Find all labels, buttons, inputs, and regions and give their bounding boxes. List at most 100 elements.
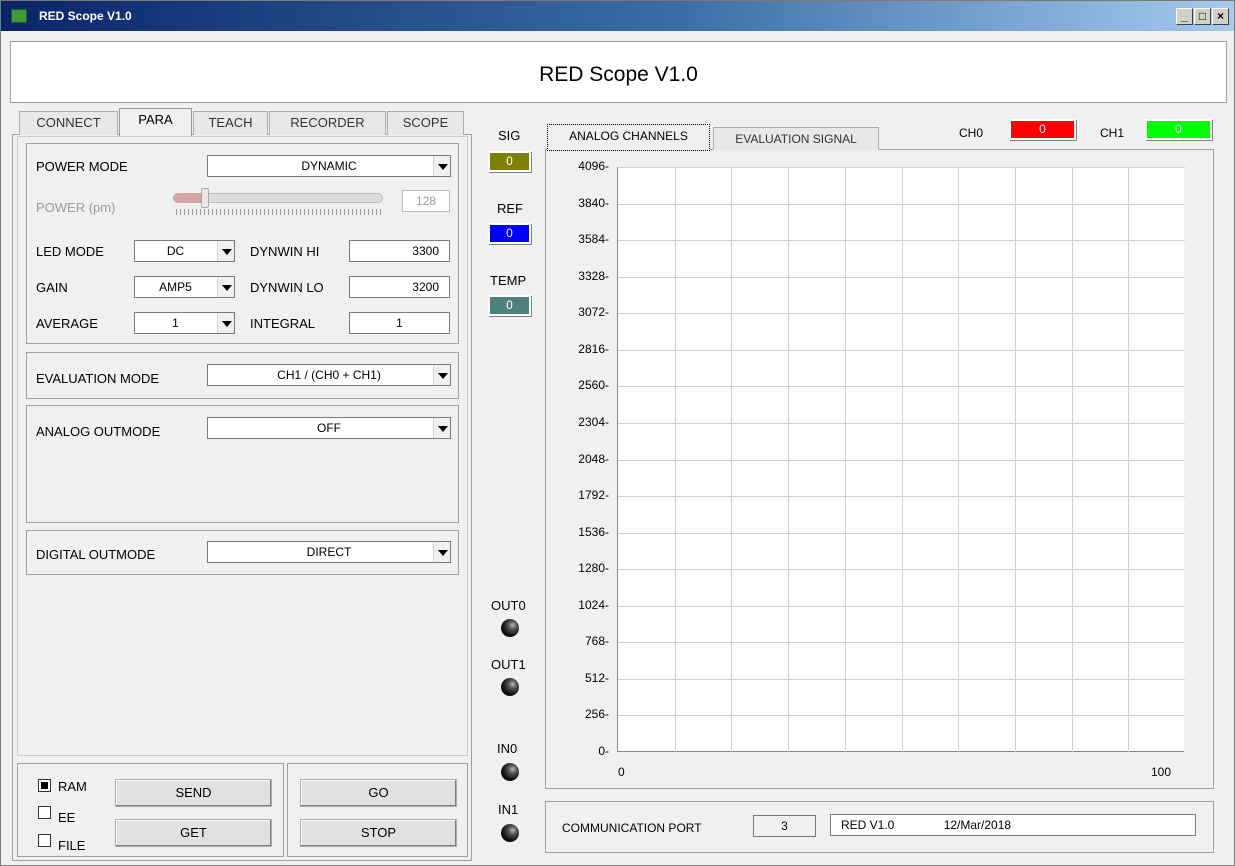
- evaluation-mode-select[interactable]: CH1 / (CH0 + CH1): [207, 364, 451, 386]
- power-slider-ticks: [176, 209, 381, 215]
- y-tick-label: 512-: [584, 670, 609, 685]
- y-tick-label: 2816-: [578, 341, 609, 356]
- dropdown-arrow-icon: [433, 418, 450, 438]
- sig-label: SIG: [498, 128, 521, 143]
- tab-evaluation-signal[interactable]: EVALUATION SIGNAL: [713, 127, 879, 150]
- ram-label: RAM: [58, 779, 87, 794]
- tab-teach[interactable]: TEACH: [193, 111, 268, 135]
- in0-led-icon: [501, 763, 519, 781]
- average-label: AVERAGE: [36, 316, 98, 331]
- dropdown-arrow-icon: [433, 365, 450, 385]
- out1-led-icon: [501, 678, 519, 696]
- ch0-label: CH0: [959, 126, 984, 140]
- power-slider-thumb[interactable]: [201, 188, 209, 208]
- ee-label: EE: [58, 810, 76, 825]
- power-value-field: 128: [402, 190, 450, 212]
- plot-area[interactable]: [617, 167, 1185, 752]
- average-select[interactable]: 1: [134, 312, 235, 334]
- file-checkbox[interactable]: [38, 834, 51, 847]
- digital-outmode-select[interactable]: DIRECT: [207, 541, 451, 563]
- sig-indicator: 0: [488, 151, 531, 172]
- temp-indicator: 0: [488, 295, 531, 316]
- dynwin-lo-input[interactable]: 3200: [349, 276, 450, 298]
- x-tick-min: 0: [618, 765, 625, 779]
- y-tick-label: 2048-: [578, 451, 609, 466]
- y-tick-label: 3584-: [578, 232, 609, 247]
- tab-para[interactable]: PARA: [119, 108, 192, 136]
- gain-select[interactable]: AMP5: [134, 276, 235, 298]
- dropdown-arrow-icon: [433, 542, 450, 562]
- page-title: RED Scope V1.0: [10, 41, 1227, 103]
- maximize-button[interactable]: □: [1194, 8, 1211, 25]
- dynwin-hi-input[interactable]: 3300: [349, 240, 450, 262]
- dropdown-arrow-icon: [217, 277, 234, 297]
- in1-label: IN1: [498, 802, 519, 817]
- y-tick-label: 1792-: [578, 488, 609, 503]
- dropdown-arrow-icon: [217, 313, 234, 333]
- tab-connect[interactable]: CONNECT: [19, 111, 118, 135]
- y-tick-label: 3840-: [578, 195, 609, 210]
- power-mode-label: POWER MODE: [36, 159, 128, 174]
- temp-label: TEMP: [490, 273, 527, 288]
- ch1-indicator: 0: [1145, 119, 1212, 140]
- analog-outmode-label: ANALOG OUTMODE: [36, 424, 161, 439]
- y-tick-label: 2560-: [578, 378, 609, 393]
- y-tick-label: 2304-: [578, 414, 609, 429]
- digital-outmode-label: DIGITAL OUTMODE: [36, 547, 156, 562]
- led-mode-select[interactable]: DC: [134, 240, 235, 262]
- go-button[interactable]: GO: [300, 779, 457, 807]
- y-tick-label: 1280-: [578, 561, 609, 576]
- y-tick-label: 256-: [584, 707, 609, 722]
- dropdown-arrow-icon: [217, 241, 234, 261]
- close-button[interactable]: ×: [1212, 8, 1229, 25]
- dynwin-lo-label: DYNWIN LO: [250, 280, 324, 295]
- y-tick-label: 3328-: [578, 268, 609, 283]
- send-button[interactable]: SEND: [115, 779, 272, 807]
- ram-checkbox[interactable]: [38, 779, 51, 792]
- out1-label: OUT1: [491, 657, 526, 672]
- minimize-button[interactable]: _: [1176, 8, 1193, 25]
- window-title: RED Scope V1.0: [39, 9, 132, 23]
- led-mode-label: LED MODE: [36, 244, 104, 259]
- app-icon: [11, 9, 27, 23]
- out0-led-icon: [501, 619, 519, 637]
- integral-input[interactable]: 1: [349, 312, 450, 334]
- evaluation-mode-label: EVALUATION MODE: [36, 371, 160, 386]
- ref-indicator: 0: [488, 223, 531, 244]
- plot-grid: [618, 167, 1185, 752]
- x-tick-max: 100: [1151, 765, 1172, 779]
- get-button[interactable]: GET: [115, 819, 272, 847]
- ee-checkbox[interactable]: [38, 806, 51, 819]
- comm-port-value: 3: [753, 815, 816, 837]
- dynwin-hi-label: DYNWIN HI: [250, 244, 320, 259]
- device-info-field: RED V1.0 12/Mar/2018: [830, 814, 1196, 836]
- file-label: FILE: [58, 838, 86, 853]
- device-date: 12/Mar/2018: [943, 818, 1012, 832]
- y-tick-label: 3072-: [578, 305, 609, 320]
- y-tick-label: 1024-: [578, 597, 609, 612]
- power-label: POWER (pm): [36, 200, 116, 215]
- out0-label: OUT0: [491, 598, 526, 613]
- tab-scope[interactable]: SCOPE: [387, 111, 464, 135]
- ch0-indicator: 0: [1009, 119, 1076, 140]
- ref-label: REF: [497, 201, 523, 216]
- y-tick-label: 1536-: [578, 524, 609, 539]
- title-bar[interactable]: RED Scope V1.0 _ □ ×: [1, 1, 1234, 31]
- comm-port-label: COMMUNICATION PORT: [562, 821, 702, 835]
- in1-led-icon: [501, 824, 519, 842]
- device-name: RED V1.0: [841, 818, 895, 832]
- y-tick-label: 0-: [598, 744, 609, 758]
- tab-analog-channels[interactable]: ANALOG CHANNELS: [547, 124, 710, 151]
- y-tick-label: 768-: [584, 634, 609, 649]
- analog-outmode-select[interactable]: OFF: [207, 417, 451, 439]
- ch1-label: CH1: [1100, 126, 1125, 140]
- power-mode-select[interactable]: DYNAMIC: [207, 155, 451, 177]
- dropdown-arrow-icon: [433, 156, 450, 176]
- integral-label: INTEGRAL: [250, 316, 316, 331]
- main-window: RED Scope V1.0 _ □ × RED Scope V1.0 CONN…: [0, 0, 1235, 866]
- y-tick-label: 4096-: [578, 159, 609, 173]
- tab-recorder[interactable]: RECORDER: [269, 111, 386, 135]
- gain-label: GAIN: [36, 280, 68, 295]
- stop-button[interactable]: STOP: [300, 819, 457, 847]
- in0-label: IN0: [497, 741, 518, 756]
